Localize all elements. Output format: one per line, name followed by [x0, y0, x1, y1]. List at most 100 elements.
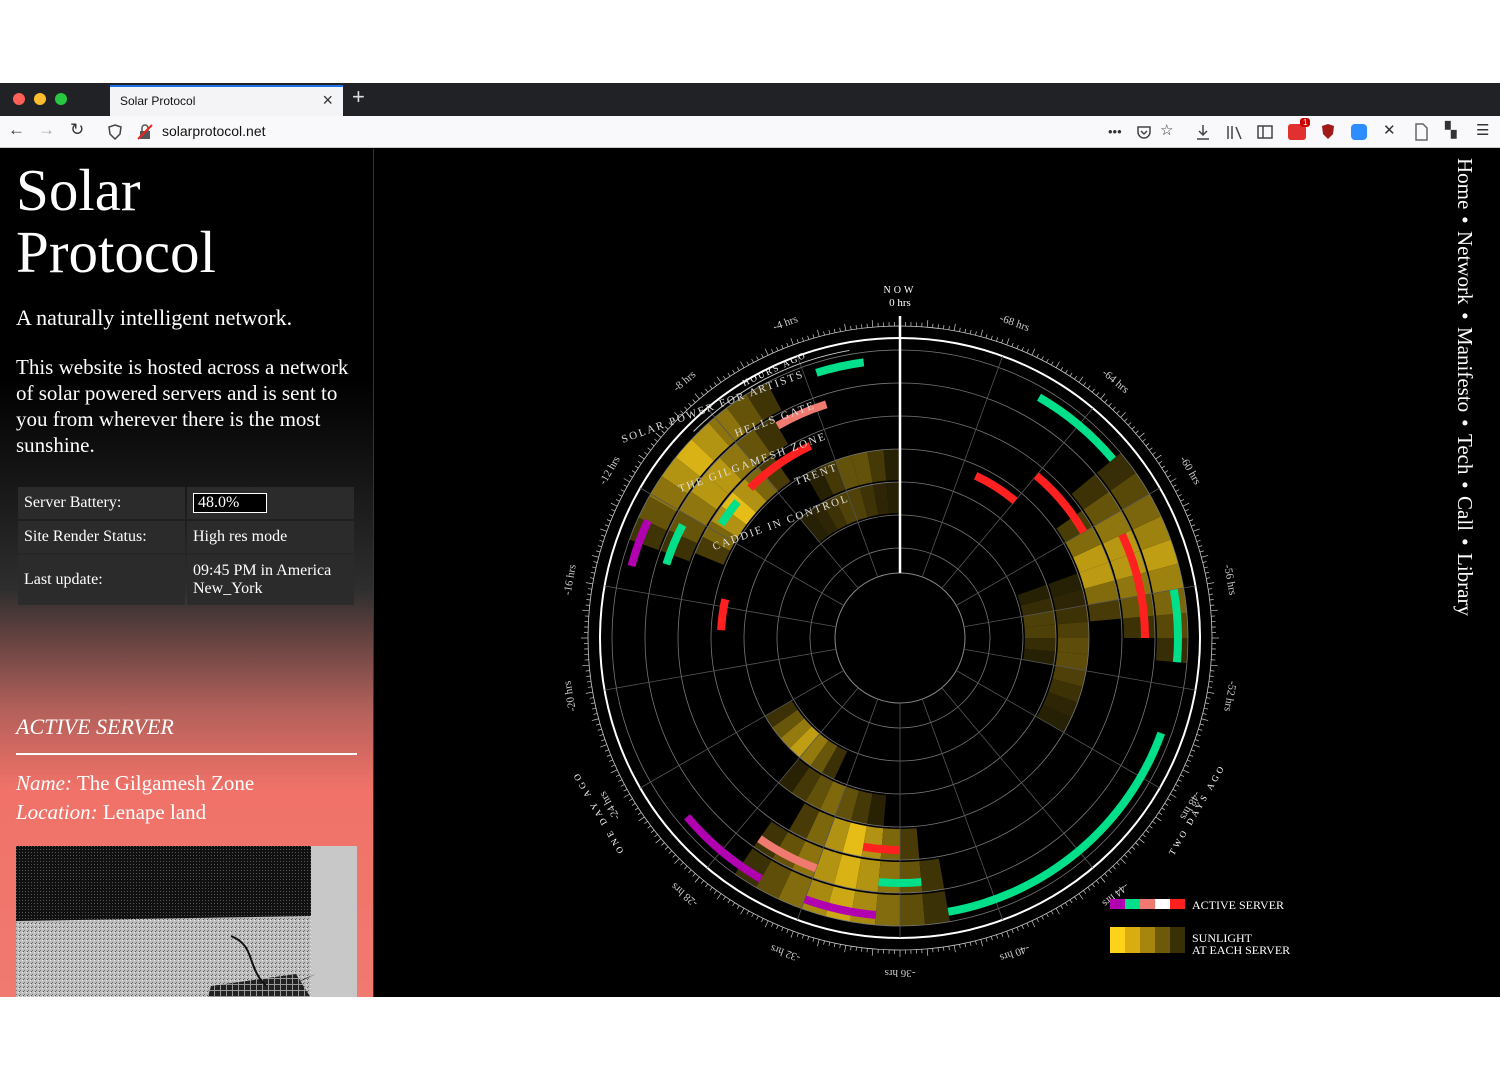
close-tab-icon[interactable]: ×	[322, 90, 333, 111]
tick-mark	[756, 915, 759, 920]
tick-mark	[781, 344, 784, 349]
tick-mark	[628, 474, 633, 478]
tick-mark	[1158, 812, 1163, 815]
tick-mark	[620, 784, 625, 787]
tick-mark	[1104, 873, 1108, 877]
tick-mark	[654, 438, 658, 442]
tick-mark	[761, 918, 764, 923]
nav-link-library[interactable]: Library	[1453, 553, 1477, 616]
tick-mark	[606, 754, 611, 757]
tick-mark	[786, 929, 789, 934]
tick-mark	[647, 825, 652, 829]
pocket-icon[interactable]	[1136, 124, 1152, 140]
tick-mark	[1001, 339, 1004, 344]
tick-mark	[601, 739, 606, 742]
tick-mark	[1074, 896, 1077, 901]
nav-link-network[interactable]: Network	[1453, 231, 1477, 304]
forward-icon[interactable]: →	[38, 120, 55, 140]
tick-mark	[582, 664, 590, 667]
tick-mark	[1187, 514, 1192, 517]
tick-mark	[1167, 474, 1172, 478]
bookmark-star-icon[interactable]: ☆	[1160, 121, 1173, 139]
page-actions-icon[interactable]: •••	[1108, 124, 1122, 139]
url-bar[interactable]: solarprotocol.net	[162, 123, 266, 139]
tick-mark	[655, 838, 662, 844]
server-location-value: Lenape land	[102, 800, 207, 824]
tick-mark	[1194, 739, 1199, 742]
tick-mark	[1096, 392, 1100, 396]
extensions-icon[interactable]: ▚	[1445, 121, 1457, 139]
hamburger-menu-icon[interactable]: ☰	[1476, 121, 1489, 139]
tick-mark	[732, 902, 735, 907]
tick-mark	[1011, 929, 1014, 934]
tab-solar-protocol[interactable]: Solar Protocol ×	[110, 85, 343, 116]
pin-icon[interactable]: ✕	[1383, 121, 1396, 139]
back-icon[interactable]: ←	[8, 120, 25, 140]
reload-icon[interactable]: ↻	[70, 120, 84, 140]
active-server-heading: ACTIVE SERVER	[16, 714, 174, 739]
tick-mark	[1016, 927, 1019, 932]
tick-mark	[1191, 524, 1196, 527]
tick-mark	[650, 443, 655, 447]
tick-mark	[1161, 465, 1166, 469]
tick-mark	[631, 470, 636, 473]
sunlight-cell	[1057, 638, 1089, 655]
tick-mark	[828, 330, 831, 335]
active-server-segment	[815, 358, 865, 377]
tick-mark	[1065, 902, 1068, 907]
sunlight-cell	[1057, 621, 1089, 638]
tick-mark	[638, 454, 645, 460]
tick-mark	[1131, 426, 1136, 430]
tick-mark	[716, 376, 722, 383]
tick-mark	[1083, 382, 1087, 386]
tick-mark	[948, 325, 950, 330]
ublock-icon[interactable]	[1321, 123, 1335, 140]
tagline: A naturally intelligent network.	[16, 305, 293, 330]
minimize-window-button[interactable]	[34, 93, 46, 105]
nav-link-call[interactable]: Call	[1453, 496, 1477, 531]
new-tab-icon[interactable]: +	[352, 84, 365, 110]
active-server-segment	[878, 878, 922, 887]
tick-mark	[839, 327, 841, 332]
tick-mark	[1202, 713, 1207, 715]
center-circle	[834, 572, 966, 704]
shield-icon[interactable]	[108, 124, 122, 140]
tick-mark	[1164, 803, 1169, 806]
tick-mark	[587, 686, 592, 688]
tick-mark	[807, 335, 810, 340]
nav-link-manifesto[interactable]: Manifesto	[1453, 327, 1477, 412]
tick-mark	[807, 936, 810, 941]
tick-mark	[1175, 489, 1180, 492]
tick-mark	[587, 588, 592, 590]
tick-mark	[644, 821, 648, 825]
downloads-icon[interactable]	[1195, 123, 1211, 141]
tick-mark	[761, 353, 764, 358]
sunlight-cell	[900, 828, 920, 860]
two-days-ago-label: TWO DAYS AGO	[1167, 762, 1227, 857]
legend-active-swatch	[1140, 899, 1155, 909]
insecure-lock-icon[interactable]	[137, 124, 153, 140]
tick-mark	[1124, 418, 1128, 422]
tick-mark	[1199, 550, 1204, 553]
nav-link-home[interactable]: Home	[1453, 158, 1477, 209]
tick-mark	[610, 502, 618, 507]
tick-mark	[953, 945, 956, 953]
tick-mark	[1127, 422, 1132, 426]
tick-mark	[585, 582, 593, 585]
tick-mark	[611, 764, 616, 767]
tick-mark	[668, 850, 673, 854]
zoom-extension-icon[interactable]	[1351, 124, 1367, 140]
reader-view-icon[interactable]	[1414, 123, 1428, 141]
battery-value: 48.0%	[193, 493, 267, 513]
library-icon[interactable]	[1226, 124, 1244, 140]
server-name-label: Name:	[16, 771, 72, 795]
tick-mark	[1145, 829, 1150, 833]
tick-mark	[1138, 838, 1145, 844]
zoom-window-button[interactable]	[55, 93, 67, 105]
legend-sunlight-swatch	[1155, 927, 1170, 953]
nav-link-tech[interactable]: Tech	[1453, 434, 1477, 475]
close-window-button[interactable]	[13, 93, 25, 105]
legend-active-swatch	[1110, 899, 1125, 909]
tick-mark	[599, 734, 604, 736]
sidebar-toggle-icon[interactable]	[1257, 124, 1273, 140]
